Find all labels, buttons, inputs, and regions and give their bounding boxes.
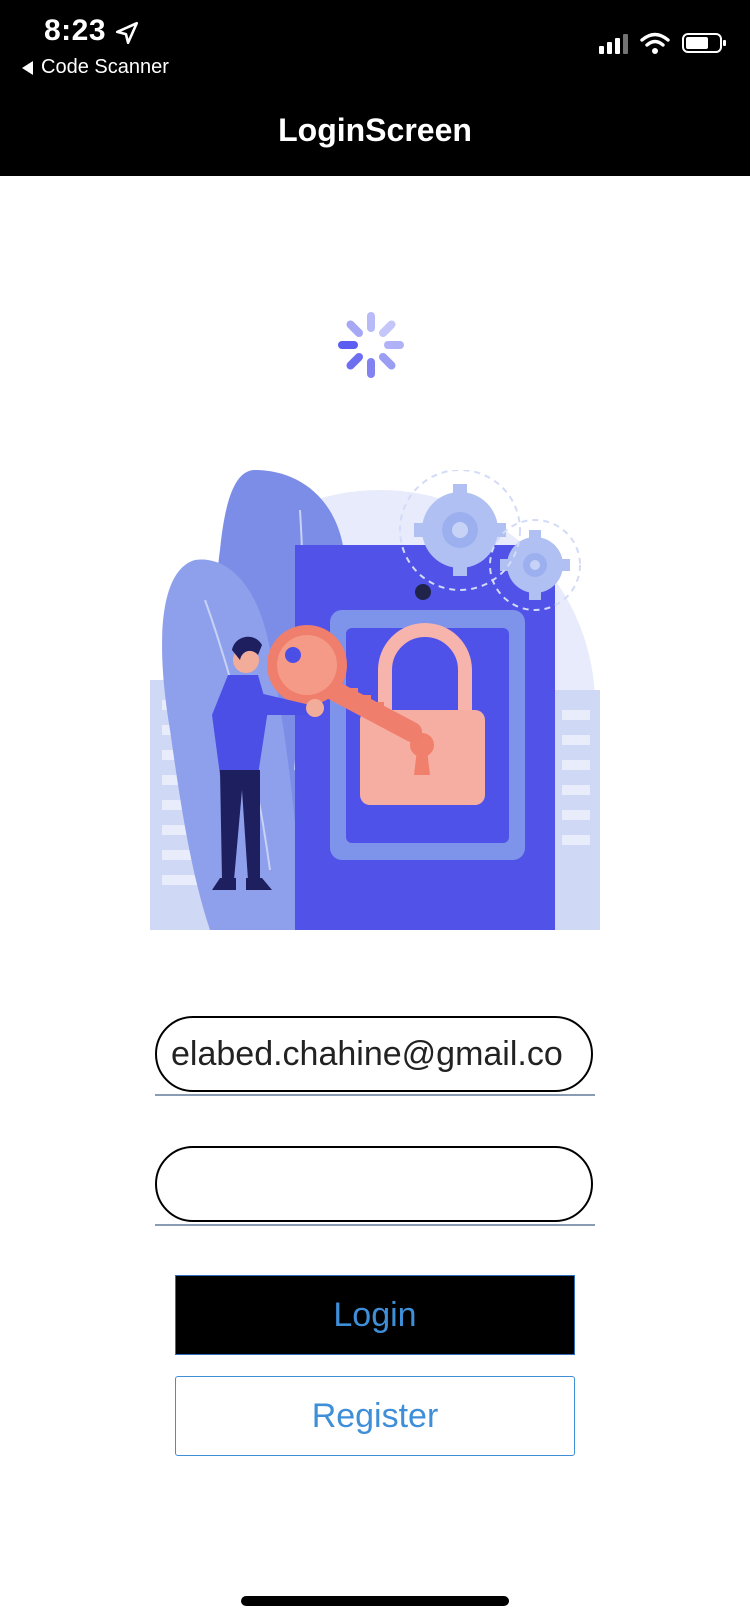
back-app-label: Code Scanner — [41, 56, 169, 78]
email-underline — [155, 1094, 595, 1096]
page-title: LoginScreen — [278, 112, 472, 148]
email-input[interactable] — [157, 1018, 591, 1090]
status-time: 8:23 — [44, 14, 107, 47]
status-icons — [599, 32, 726, 54]
wifi-icon — [640, 32, 670, 54]
unlock-padlock-key-illustration — [150, 470, 600, 930]
home-indicator[interactable] — [241, 1596, 509, 1606]
email-field[interactable] — [155, 1016, 593, 1092]
password-underline — [155, 1224, 595, 1226]
login-button[interactable]: Login — [175, 1275, 575, 1355]
password-input[interactable] — [157, 1148, 591, 1220]
password-field[interactable] — [155, 1146, 593, 1222]
back-triangle-icon — [22, 60, 33, 75]
register-button[interactable]: Register — [175, 1376, 575, 1456]
back-to-app[interactable]: Code Scanner — [22, 56, 169, 79]
signal-icon — [599, 32, 628, 54]
spinner-icon — [338, 312, 404, 378]
battery-icon — [682, 33, 726, 53]
header: 8:23 Code Scanner LoginScreen — [0, 0, 750, 176]
location-arrow-icon — [115, 21, 139, 45]
